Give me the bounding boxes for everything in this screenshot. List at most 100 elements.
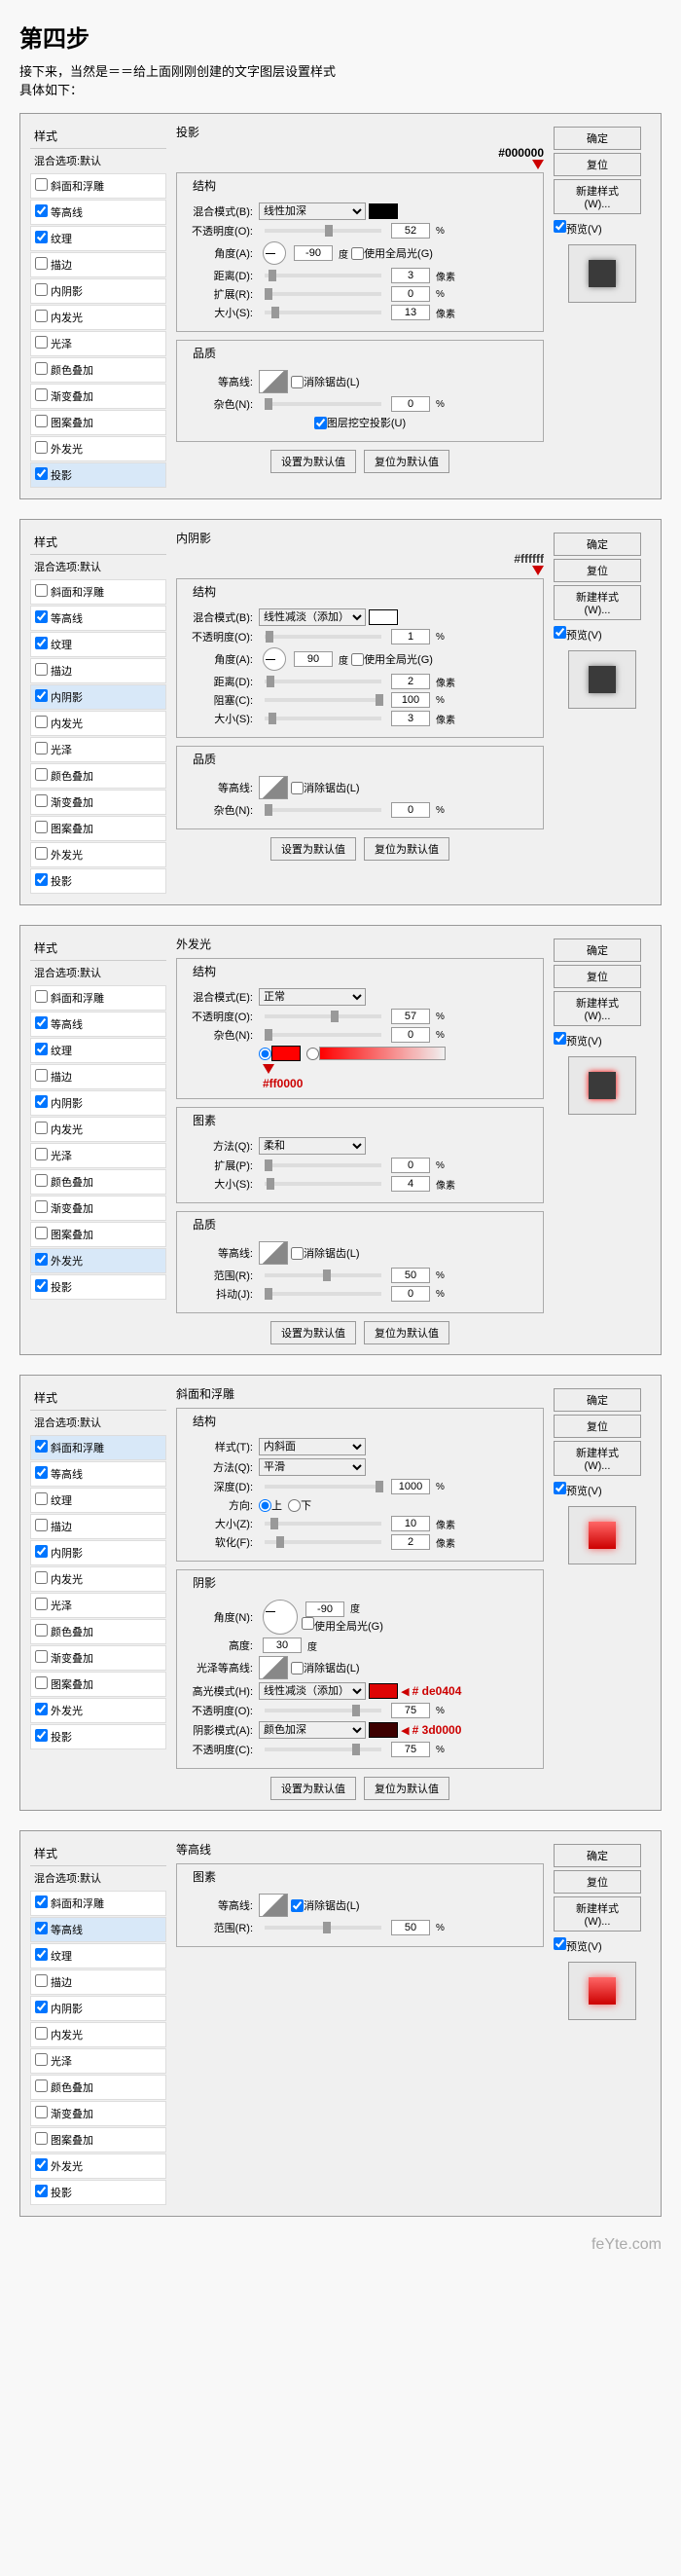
- opacity-slider[interactable]: [265, 635, 381, 639]
- range-slider[interactable]: [265, 1926, 381, 1930]
- cancel-button[interactable]: 复位: [554, 1415, 641, 1438]
- opacity-input[interactable]: [391, 223, 430, 239]
- highlight-swatch[interactable]: [369, 1683, 398, 1699]
- distance-input[interactable]: [391, 674, 430, 689]
- reset-default-button[interactable]: 复位为默认值: [364, 450, 449, 473]
- style-drop-shadow[interactable]: 投影: [30, 462, 166, 488]
- cancel-button[interactable]: 复位: [554, 559, 641, 582]
- noise-input[interactable]: [391, 1027, 430, 1043]
- preview-check[interactable]: [554, 1937, 566, 1950]
- gradient-picker[interactable]: [319, 1047, 446, 1060]
- style-stroke[interactable]: 描边: [30, 252, 166, 277]
- set-default-button[interactable]: 设置为默认值: [270, 1777, 356, 1800]
- global-light-check[interactable]: [351, 247, 364, 260]
- style-outer-glow[interactable]: 外发光: [30, 436, 166, 461]
- angle-dial[interactable]: [263, 647, 286, 671]
- noise-input[interactable]: [391, 802, 430, 818]
- blend-mode-select[interactable]: 线性减淡（添加）: [259, 608, 366, 626]
- choke-slider[interactable]: [265, 698, 381, 702]
- ok-button[interactable]: 确定: [554, 1388, 641, 1412]
- color-swatch[interactable]: [369, 609, 398, 625]
- spread-input[interactable]: [391, 1158, 430, 1173]
- choke-input[interactable]: [391, 692, 430, 708]
- contour-picker[interactable]: [259, 1894, 288, 1917]
- preview-check[interactable]: [554, 1482, 566, 1494]
- highlight-mode-select[interactable]: 线性减淡（添加）: [259, 1682, 366, 1700]
- set-default-button[interactable]: 设置为默认值: [270, 837, 356, 861]
- size-slider[interactable]: [265, 717, 381, 720]
- new-style-button[interactable]: 新建样式(W)...: [554, 991, 641, 1026]
- s-opacity-input[interactable]: [391, 1742, 430, 1757]
- anti-alias-check[interactable]: [291, 1662, 304, 1674]
- preview-check[interactable]: [554, 1032, 566, 1045]
- blend-default[interactable]: 混合选项:默认: [30, 149, 166, 172]
- style-bevel[interactable]: 斜面和浮雕: [30, 173, 166, 199]
- opacity-input[interactable]: [391, 629, 430, 644]
- new-style-button[interactable]: 新建样式(W)...: [554, 1896, 641, 1932]
- cancel-button[interactable]: 复位: [554, 1870, 641, 1894]
- h-opacity-input[interactable]: [391, 1703, 430, 1718]
- depth-slider[interactable]: [265, 1485, 381, 1489]
- dir-up-radio[interactable]: [259, 1499, 271, 1512]
- spread-slider[interactable]: [265, 292, 381, 296]
- jitter-slider[interactable]: [265, 1292, 381, 1296]
- size-input[interactable]: [391, 1516, 430, 1531]
- angle-input[interactable]: [294, 651, 333, 667]
- cancel-button[interactable]: 复位: [554, 153, 641, 176]
- angle-dial[interactable]: [263, 1600, 298, 1635]
- shadow-mode-select[interactable]: 颜色加深: [259, 1721, 366, 1739]
- distance-slider[interactable]: [265, 274, 381, 277]
- dir-down-radio[interactable]: [288, 1499, 301, 1512]
- color-radio[interactable]: [259, 1048, 271, 1060]
- shadow-swatch[interactable]: [369, 1722, 398, 1738]
- global-light-check[interactable]: [302, 1617, 314, 1630]
- style-color-overlay[interactable]: 颜色叠加: [30, 357, 166, 383]
- method-select[interactable]: 平滑: [259, 1458, 366, 1476]
- contour-picker[interactable]: [259, 370, 288, 393]
- ok-button[interactable]: 确定: [554, 127, 641, 150]
- new-style-button[interactable]: 新建样式(W)...: [554, 179, 641, 214]
- knockout-check[interactable]: [314, 417, 327, 429]
- color-swatch[interactable]: [369, 203, 398, 219]
- noise-slider[interactable]: [265, 808, 381, 812]
- reset-default-button[interactable]: 复位为默认值: [364, 837, 449, 861]
- noise-slider[interactable]: [265, 402, 381, 406]
- global-light-check[interactable]: [351, 653, 364, 666]
- distance-slider[interactable]: [265, 680, 381, 683]
- reset-default-button[interactable]: 复位为默认值: [364, 1777, 449, 1800]
- depth-input[interactable]: [391, 1479, 430, 1494]
- gradient-radio[interactable]: [306, 1048, 319, 1060]
- size-input[interactable]: [391, 1176, 430, 1192]
- preview-check[interactable]: [554, 220, 566, 233]
- spread-input[interactable]: [391, 286, 430, 302]
- style-contour[interactable]: 等高线: [30, 200, 166, 225]
- set-default-button[interactable]: 设置为默认值: [270, 1321, 356, 1344]
- noise-slider[interactable]: [265, 1033, 381, 1037]
- reset-default-button[interactable]: 复位为默认值: [364, 1321, 449, 1344]
- s-opacity-slider[interactable]: [265, 1748, 381, 1751]
- noise-input[interactable]: [391, 396, 430, 412]
- anti-alias-check[interactable]: [291, 782, 304, 794]
- ok-button[interactable]: 确定: [554, 1844, 641, 1867]
- jitter-input[interactable]: [391, 1286, 430, 1302]
- new-style-button[interactable]: 新建样式(W)...: [554, 585, 641, 620]
- blend-mode-select[interactable]: 正常: [259, 988, 366, 1006]
- blend-mode-select[interactable]: 线性加深: [259, 202, 366, 220]
- size-input[interactable]: [391, 305, 430, 320]
- opacity-input[interactable]: [391, 1009, 430, 1024]
- spread-slider[interactable]: [265, 1163, 381, 1167]
- ok-button[interactable]: 确定: [554, 938, 641, 962]
- size-slider[interactable]: [265, 1522, 381, 1526]
- style-inner-glow[interactable]: 内发光: [30, 305, 166, 330]
- distance-input[interactable]: [391, 268, 430, 283]
- color-swatch[interactable]: [271, 1046, 301, 1061]
- anti-alias-check[interactable]: [291, 1899, 304, 1912]
- angle-input[interactable]: [294, 245, 333, 261]
- soften-input[interactable]: [391, 1534, 430, 1550]
- style-satin[interactable]: 光泽: [30, 331, 166, 356]
- altitude-input[interactable]: [263, 1638, 302, 1653]
- anti-alias-check[interactable]: [291, 1247, 304, 1260]
- range-input[interactable]: [391, 1268, 430, 1283]
- set-default-button[interactable]: 设置为默认值: [270, 450, 356, 473]
- range-input[interactable]: [391, 1920, 430, 1935]
